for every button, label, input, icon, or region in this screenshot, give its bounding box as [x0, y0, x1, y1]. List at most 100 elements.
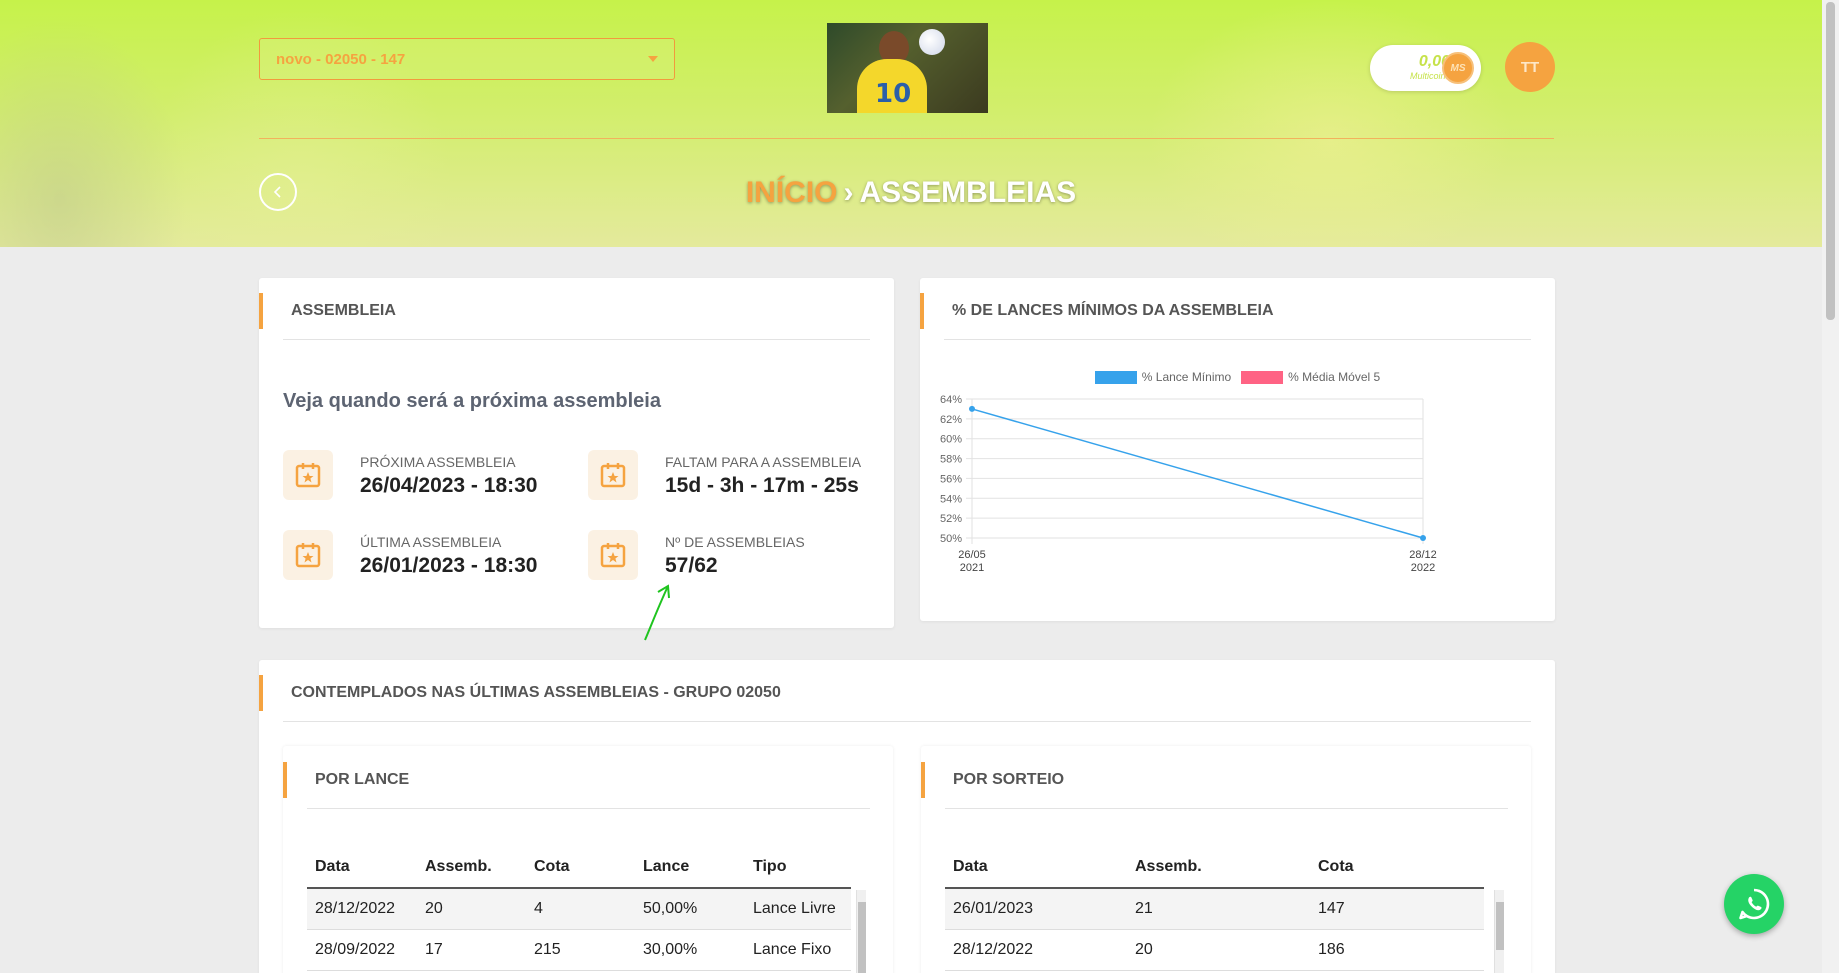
stat-label: FALTAM PARA A ASSEMBLEIA	[665, 454, 862, 470]
breadcrumb-separator: ›	[843, 176, 854, 209]
breadcrumb: INÍCIO › ASSEMBLEIAS	[0, 176, 1822, 210]
calendar-icon	[283, 450, 333, 500]
table-header-row: Data Assemb. Cota	[945, 846, 1484, 889]
coin-caption: Multicoins	[1409, 71, 1450, 81]
whatsapp-icon	[1739, 888, 1770, 920]
multicoins-balance[interactable]: 0,00 Multicoins MS	[1370, 45, 1481, 91]
next-assembly-stat: PRÓXIMA ASSEMBLEIA 26/04/2023 - 18:30	[283, 450, 583, 510]
table-cell: 28/12/2022	[945, 929, 1127, 971]
annotation-arrow	[644, 584, 670, 641]
y-tick-label: 64%	[940, 394, 962, 406]
table-cell: 21	[1127, 888, 1310, 930]
breadcrumb-home-link[interactable]: INÍCIO	[746, 176, 838, 209]
page-scrollbar[interactable]	[1822, 0, 1839, 973]
group-select[interactable]: novo - 02050 - 147	[259, 38, 675, 80]
chevron-down-icon	[648, 56, 658, 62]
x-tick-label: 26/05	[958, 549, 986, 561]
table-cell: 17	[417, 929, 526, 971]
data-point	[1420, 535, 1426, 541]
contemplated-card: CONTEMPLADOS NAS ÚLTIMAS ASSEMBLEIAS - G…	[259, 660, 1555, 973]
by-bid-card: POR LANCE Data Assemb. Cota Lance Tipo 2…	[283, 746, 893, 973]
banner-photo: 10	[827, 23, 988, 113]
stat-value: 26/01/2023 - 18:30	[360, 554, 538, 577]
hero-header: novo - 02050 - 147 10 0,00 Multicoins MS…	[0, 0, 1822, 247]
table-scrollbar[interactable]	[856, 890, 866, 973]
stat-label: ÚLTIMA ASSEMBLEIA	[360, 534, 502, 550]
by-draw-title: POR SORTEIO	[921, 762, 1064, 798]
table-row: 28/12/2022 20 186	[945, 929, 1484, 971]
table-cell: Lance Livre	[745, 888, 851, 930]
divider	[283, 721, 1531, 722]
table-cell: 215	[526, 929, 635, 971]
contemplated-card-title: CONTEMPLADOS NAS ÚLTIMAS ASSEMBLEIAS - G…	[259, 675, 781, 711]
y-tick-label: 56%	[940, 473, 962, 485]
x-tick-label: 2021	[960, 562, 984, 574]
y-tick-label: 58%	[940, 454, 962, 466]
coin-icon: MS	[1442, 52, 1474, 84]
table-cell: 20	[1127, 929, 1310, 971]
table-row: 28/12/2022 20 4 50,00% Lance Livre	[307, 888, 851, 930]
divider	[944, 339, 1531, 340]
table-cell: 147	[1310, 888, 1484, 930]
table-row: 28/09/2022 17 215 30,00% Lance Fixo	[307, 929, 851, 971]
x-tick-label: 2022	[1411, 562, 1435, 574]
y-tick-label: 50%	[940, 533, 962, 545]
assembly-card: ASSEMBLEIA Veja quando será a próxima as…	[259, 278, 894, 641]
table-cell: 4	[526, 888, 635, 930]
whatsapp-button[interactable]	[1724, 874, 1784, 934]
table-cell: 50,00%	[635, 888, 745, 930]
x-tick-label: 28/12	[1409, 549, 1437, 561]
by-bid-title: POR LANCE	[283, 762, 409, 798]
assembly-subtitle: Veja quando será a próxima assembleia	[283, 390, 661, 412]
calendar-icon	[283, 530, 333, 580]
chart-card-title: % DE LANCES MÍNIMOS DA ASSEMBLEIA	[920, 293, 1274, 329]
assembly-count-stat: Nº DE ASSEMBLEIAS 57/62	[588, 530, 888, 590]
y-tick-label: 62%	[940, 414, 962, 426]
table-cell: 26/01/2023	[945, 888, 1127, 930]
table-scrollbar[interactable]	[1494, 890, 1504, 973]
calendar-icon	[588, 530, 638, 580]
column-header[interactable]: Data	[945, 846, 1127, 889]
min-bids-chart-card: % DE LANCES MÍNIMOS DA ASSEMBLEIA % Lanc…	[920, 278, 1555, 621]
table-cell: 30,00%	[635, 929, 745, 971]
divider	[283, 339, 870, 340]
line-chart: 50% 52% 54% 56% 58% 60% 62% 64% 26/052021 28/1220…	[940, 394, 1437, 574]
scrollbar-thumb[interactable]	[1496, 902, 1504, 950]
table-cell: 20	[417, 888, 526, 930]
divider	[307, 808, 870, 809]
avatar[interactable]: TT	[1505, 42, 1555, 92]
assembly-card-title: ASSEMBLEIA	[259, 293, 396, 329]
calendar-icon	[588, 450, 638, 500]
stat-label: Nº DE ASSEMBLEIAS	[665, 534, 805, 550]
table-header-row: Data Assemb. Cota Lance Tipo	[307, 846, 851, 889]
countdown-stat: FALTAM PARA A ASSEMBLEIA 15d - 3h - 17m …	[588, 450, 888, 510]
column-header[interactable]: Cota	[1310, 846, 1484, 889]
stat-value: 15d - 3h - 17m - 25s	[665, 474, 859, 497]
scrollbar-thumb[interactable]	[1826, 2, 1835, 320]
column-header[interactable]: Assemb.	[1127, 846, 1310, 889]
column-header[interactable]: Lance	[635, 846, 745, 889]
by-draw-table: Data Assemb. Cota 26/01/2023 21 147 28/1…	[945, 846, 1484, 971]
table-cell: Lance Fixo	[745, 929, 851, 971]
scrollbar-thumb[interactable]	[858, 902, 866, 973]
by-draw-card: POR SORTEIO Data Assemb. Cota 26/01/2023…	[921, 746, 1531, 973]
column-header[interactable]: Assemb.	[417, 846, 526, 889]
data-point	[969, 405, 975, 412]
table-cell: 186	[1310, 929, 1484, 971]
divider	[945, 808, 1508, 809]
column-header[interactable]: Tipo	[745, 846, 851, 889]
group-select-value: novo - 02050 - 147	[276, 50, 406, 68]
column-header[interactable]: Data	[307, 846, 417, 889]
table-cell: 28/09/2022	[307, 929, 417, 971]
y-tick-label: 60%	[940, 434, 962, 446]
header-divider	[259, 138, 1554, 139]
y-tick-label: 54%	[940, 493, 962, 505]
stat-label: PRÓXIMA ASSEMBLEIA	[360, 454, 516, 470]
table-row: 26/01/2023 21 147	[945, 888, 1484, 930]
stat-value: 57/62	[665, 554, 718, 577]
by-bid-table: Data Assemb. Cota Lance Tipo 28/12/2022 …	[307, 846, 851, 971]
last-assembly-stat: ÚLTIMA ASSEMBLEIA 26/01/2023 - 18:30	[283, 530, 583, 590]
table-cell: 28/12/2022	[307, 888, 417, 930]
column-header[interactable]: Cota	[526, 846, 635, 889]
y-tick-label: 52%	[940, 513, 962, 525]
